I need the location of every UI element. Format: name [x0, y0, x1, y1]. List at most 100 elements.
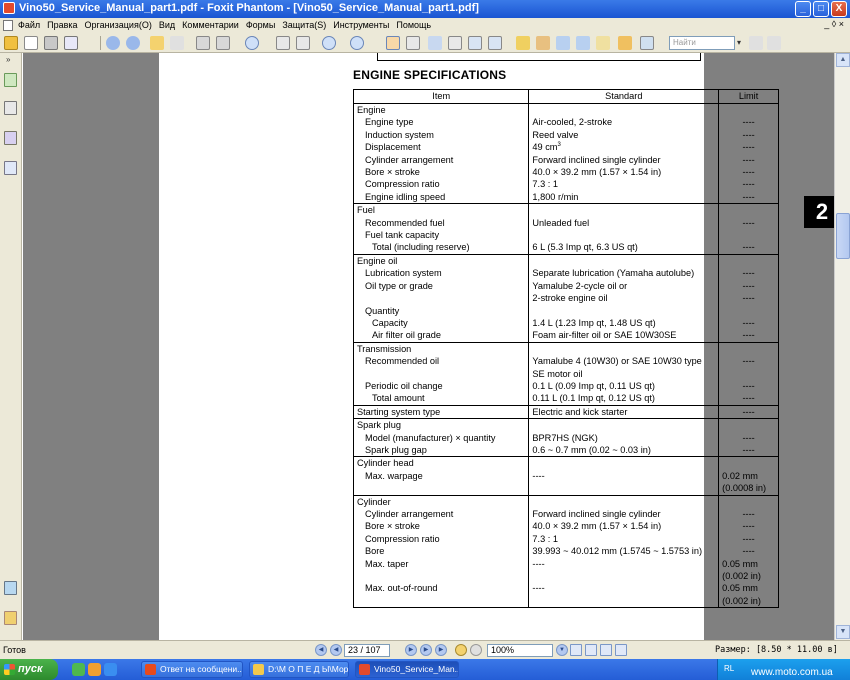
continuous-view-icon[interactable] [585, 644, 597, 656]
spec-limit: ---- [718, 153, 779, 167]
attachment-icon[interactable] [516, 36, 530, 50]
video-icon[interactable] [576, 36, 590, 50]
menu-item[interactable]: Инструменты [333, 20, 389, 30]
print-icon[interactable] [44, 36, 58, 50]
snapshot-icon[interactable] [448, 36, 462, 50]
typewriter-icon[interactable] [618, 36, 632, 50]
page-layout-icon[interactable] [196, 36, 210, 50]
menu-item[interactable]: Комментарии [182, 20, 239, 30]
document-viewport[interactable]: ENGINE SPECIFICATIONS ENGINE SPECIFICATI… [23, 53, 834, 640]
scroll-thumb[interactable] [836, 213, 850, 259]
document-icon[interactable] [3, 20, 13, 31]
zoom-dropdown-icon[interactable]: ▼ [556, 644, 568, 656]
fit-width-icon[interactable] [296, 36, 310, 50]
menu-item[interactable]: Защита(S) [282, 20, 326, 30]
spec-limit [718, 253, 779, 268]
hand-tool-icon[interactable] [386, 36, 400, 50]
menu-item[interactable]: Формы [246, 20, 276, 30]
status-bar: Готов ◀ ◀ 23 / 107 ▶ ▶ ▶ 100% ▼ Размер: … [0, 640, 850, 659]
signatures-icon[interactable] [4, 611, 17, 625]
table-row: Bore 39.993 ~ 40.012 mm (1.5745 ~ 1.5753 … [352, 545, 779, 558]
email-icon[interactable] [64, 36, 78, 50]
arrow-right-icon[interactable] [170, 36, 184, 50]
taskbar-button[interactable]: Vino50_Service_Man... [355, 661, 459, 678]
menu-item[interactable]: Помощь [396, 20, 431, 30]
zoom-in-icon[interactable] [350, 36, 364, 50]
spec-standard [528, 341, 720, 356]
pages-icon[interactable] [4, 101, 17, 115]
facing-view-icon[interactable] [600, 644, 612, 656]
table-row: Bore × stroke 40.0 × 39.2 mm (1.57 × 1.54… [352, 520, 779, 533]
text-box-icon[interactable] [468, 36, 482, 50]
spec-item: Max. warpage [352, 469, 530, 483]
select-text-icon[interactable] [406, 36, 420, 50]
table-row: Max. warpage ---- 0.02 mm [352, 469, 779, 483]
pointer-icon[interactable] [428, 36, 442, 50]
column-header-limit: Limit [718, 89, 779, 104]
panel-expand-icon[interactable]: » [6, 55, 10, 64]
continuous-facing-icon[interactable] [615, 644, 627, 656]
bookmarks-icon[interactable] [4, 73, 17, 87]
new-document-icon[interactable] [24, 36, 38, 50]
minimize-button[interactable]: _ [795, 1, 811, 17]
quicklaunch-ie-icon[interactable] [104, 663, 117, 676]
menu-item[interactable]: Вид [159, 20, 175, 30]
image-icon[interactable] [488, 36, 502, 50]
scroll-up-icon[interactable]: ▲ [836, 53, 850, 67]
taskbar-button[interactable]: Ответ на сообщени... [141, 661, 243, 678]
previous-page-icon[interactable]: ◀ [330, 644, 342, 656]
start-button[interactable]: пуск [0, 659, 58, 680]
page-number-field[interactable]: 23 / 107 [344, 644, 390, 657]
language-indicator[interactable]: RL [724, 664, 734, 673]
table-row: Transmission [352, 341, 779, 356]
single-page-view-icon[interactable] [570, 644, 582, 656]
spec-standard: Electric and kick starter [528, 404, 720, 419]
back-circle-icon[interactable] [106, 36, 120, 50]
maximize-button[interactable]: □ [813, 1, 829, 17]
vertical-scrollbar[interactable]: ▲ ▼ [834, 53, 850, 640]
quicklaunch-desktop-icon[interactable] [72, 663, 85, 676]
find-previous-icon[interactable] [749, 36, 763, 50]
zoom-tool-icon[interactable] [245, 36, 259, 50]
taskbar-button[interactable]: D:\М О П Е Д Ы\Мор... [249, 661, 349, 678]
arrow-left-icon[interactable] [150, 36, 164, 50]
forward-circle-icon[interactable] [126, 36, 140, 50]
book-icon[interactable] [596, 36, 610, 50]
scroll-down-icon[interactable]: ▼ [836, 625, 850, 639]
mdi-controls[interactable]: _ ◊ × [824, 19, 844, 29]
zoom-field[interactable]: 100% [487, 644, 553, 657]
quicklaunch-media-icon[interactable] [88, 663, 101, 676]
fit-page-icon[interactable] [276, 36, 290, 50]
spec-limit: 0.05 mm [718, 582, 779, 595]
spec-standard-text: Yamalube 4 (10W30) or SAE 10W30 type [532, 356, 702, 367]
find-next-icon[interactable] [767, 36, 781, 50]
zoom-out-icon[interactable] [322, 36, 336, 50]
go-to-page-icon[interactable]: ▶ [435, 644, 447, 656]
last-page-icon[interactable]: ▶ [420, 644, 432, 656]
sign-icon[interactable] [640, 36, 654, 50]
spec-standard [528, 253, 720, 268]
spec-standard: Foam air-filter oil or SAE 10W30SE [528, 329, 720, 343]
layers-icon[interactable] [4, 161, 17, 175]
forward-view-icon[interactable] [470, 644, 482, 656]
attachments-icon[interactable] [4, 581, 17, 595]
menu-item[interactable]: Правка [47, 20, 77, 30]
first-page-icon[interactable]: ◀ [315, 644, 327, 656]
back-view-icon[interactable] [455, 644, 467, 656]
menu-item[interactable]: Организация(O) [85, 20, 152, 30]
open-folder-icon[interactable] [4, 36, 18, 50]
two-page-icon[interactable] [216, 36, 230, 50]
spec-item: Compression ratio [352, 178, 530, 191]
menu-item[interactable]: Файл [18, 20, 40, 30]
comments-icon[interactable] [4, 131, 17, 145]
search-input[interactable]: Найти [669, 36, 735, 50]
form-icon[interactable] [556, 36, 570, 50]
table-row: Quantity [352, 304, 779, 317]
close-button[interactable]: X [831, 1, 847, 17]
spec-limit: ---- [718, 241, 779, 255]
stamp-icon[interactable] [536, 36, 550, 50]
next-page-icon[interactable]: ▶ [405, 644, 417, 656]
spec-limit: 0.02 mm [718, 469, 779, 483]
foxit-app-icon[interactable] [3, 2, 15, 14]
search-dropdown-icon[interactable]: ▾ [737, 36, 745, 50]
